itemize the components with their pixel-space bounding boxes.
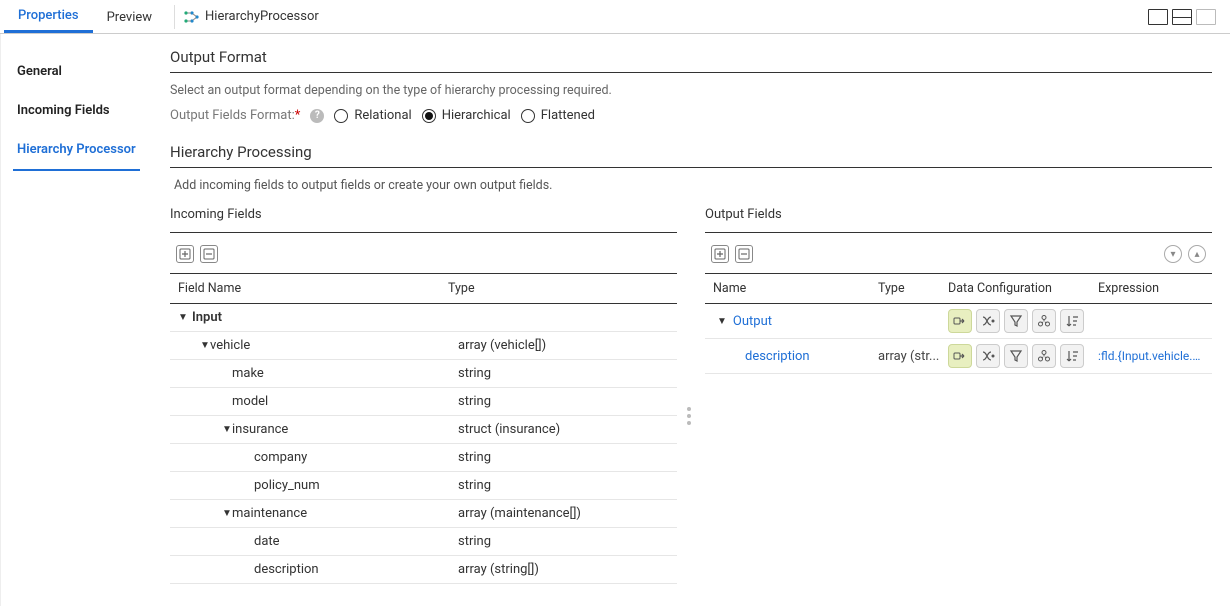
expand-arrow-icon: ▼ [200,340,210,351]
incoming-header-name: Field Name [178,281,448,296]
tab-preview[interactable]: Preview [93,2,166,32]
scroll-down-icon[interactable]: ▾ [1164,245,1182,263]
dc-group-button[interactable] [1032,344,1056,368]
incoming-root-label: Input [192,310,442,325]
view-switcher [1148,9,1230,25]
dc-join-button[interactable] [976,309,1000,333]
field-name: vehicle [210,338,458,353]
output-header-dc: Data Configuration [948,281,1098,296]
radio-flattened[interactable]: Flattened [521,108,595,123]
collapse-arrow-icon: ▼ [178,312,188,323]
incoming-row[interactable]: companystring [170,444,677,472]
dc-map-button[interactable] [948,309,972,333]
field-name: policy_num [254,478,458,493]
output-expression[interactable]: :fld.{Input.vehicle.vel [1098,349,1204,363]
field-type: array (string[]) [458,562,669,577]
dc-map-button[interactable] [948,344,972,368]
dc-order-button[interactable] [1060,309,1084,333]
info-icon[interactable]: ? [310,109,324,123]
sidebar-item-incoming-fields[interactable]: Incoming Fields [13,91,148,130]
incoming-row[interactable]: policy_numstring [170,472,677,500]
output-fields-format-label: Output Fields Format:* [170,108,300,123]
hierarchy-processor-icon [183,9,199,25]
sidebar-item-general[interactable]: General [13,52,148,91]
dc-group-button[interactable] [1032,309,1056,333]
incoming-fields-title: Incoming Fields [170,207,677,233]
radio-relational[interactable]: Relational [334,108,411,123]
output-expand-all-button[interactable] [711,245,729,263]
incoming-row[interactable]: ▼maintenancearray (maintenance[]) [170,500,677,528]
incoming-fields-panel: Incoming Fields Field Name Type ▼Input▼v… [170,207,677,584]
dc-filter-button[interactable] [1004,309,1028,333]
field-type: array (vehicle[]) [458,338,669,353]
field-type: string [458,534,669,549]
incoming-header-type: Type [448,281,669,296]
output-collapse-all-button[interactable] [735,245,753,263]
output-header-row: Name Type Data Configuration Expression [705,273,1212,304]
view-single-icon[interactable] [1148,9,1168,25]
tab-separator [174,5,175,29]
expand-arrow-icon: ▼ [222,508,232,519]
output-format-subtitle: Select an output format depending on the… [170,83,1212,98]
main-content: Output Format Select an output format de… [160,34,1230,606]
field-name: maintenance [232,506,458,521]
field-type: string [458,450,669,465]
output-field-name[interactable]: description [745,349,810,364]
sidebar-item-hierarchy-processor[interactable]: Hierarchy Processor [13,130,140,171]
radio-relational-label: Relational [354,108,411,123]
field-name: date [254,534,458,549]
field-name: model [232,394,458,409]
view-hsplit-icon[interactable] [1172,9,1192,25]
output-row[interactable]: ▼ Output [705,304,1212,339]
collapse-arrow-icon: ▼ [717,316,727,327]
output-row[interactable]: description array (str... :fld.{Input.vehi… [705,339,1212,374]
incoming-row[interactable]: datestring [170,528,677,556]
field-type: string [458,366,669,381]
incoming-row[interactable]: modelstring [170,388,677,416]
output-header-exp: Expression [1098,281,1204,296]
radio-flattened-label: Flattened [541,108,595,123]
drag-handle-icon[interactable] [687,407,691,425]
output-header-type: Type [878,281,948,296]
view-full-icon[interactable] [1196,9,1216,25]
top-tabs: Properties Preview HierarchyProcessor [0,0,1230,34]
dc-order-button[interactable] [1060,344,1084,368]
field-name: make [232,366,458,381]
field-type: struct (insurance) [458,422,669,437]
output-field-type: array (str... [878,349,948,364]
output-header-name: Name [713,281,878,296]
output-field-name[interactable]: Output [733,314,772,329]
hierarchy-processing-title: Hierarchy Processing [170,143,1212,168]
incoming-root-row[interactable]: ▼ Input [170,304,677,332]
incoming-row[interactable]: descriptionarray (string[]) [170,556,677,584]
incoming-tree: ▼Input▼vehiclearray (vehicle[])makestrin… [170,304,677,584]
dc-join-button[interactable] [976,344,1000,368]
collapse-all-button[interactable] [200,245,218,263]
field-name: insurance [232,422,458,437]
hierarchy-processing-subtitle: Add incoming fields to output fields or … [170,178,1212,193]
output-fields-panel: Output Fields ▾ ▴ [705,207,1212,584]
field-type: array (maintenance[]) [458,506,669,521]
tab-properties[interactable]: Properties [4,0,93,33]
expand-arrow-icon: ▼ [222,424,232,435]
output-format-title: Output Format [170,48,1212,73]
output-fields-title: Output Fields [705,207,1212,233]
output-rows: ▼ Output description array (str... :fld.{Inp… [705,304,1212,374]
processor-name: HierarchyProcessor [205,9,319,24]
expand-all-button[interactable] [176,245,194,263]
incoming-header-row: Field Name Type [170,273,677,304]
field-name: company [254,450,458,465]
incoming-row[interactable]: ▼insurancestruct (insurance) [170,416,677,444]
dc-filter-button[interactable] [1004,344,1028,368]
radio-hierarchical[interactable]: Hierarchical [422,108,511,123]
incoming-row[interactable]: makestring [170,360,677,388]
processor-title: HierarchyProcessor [183,9,319,25]
left-sidebar: General Incoming Fields Hierarchy Proces… [0,34,160,606]
field-type: string [458,394,669,409]
field-name: description [254,562,458,577]
incoming-row[interactable]: ▼vehiclearray (vehicle[]) [170,332,677,360]
scroll-up-icon[interactable]: ▴ [1188,245,1206,263]
field-type: string [458,478,669,493]
radio-hierarchical-label: Hierarchical [442,108,511,123]
